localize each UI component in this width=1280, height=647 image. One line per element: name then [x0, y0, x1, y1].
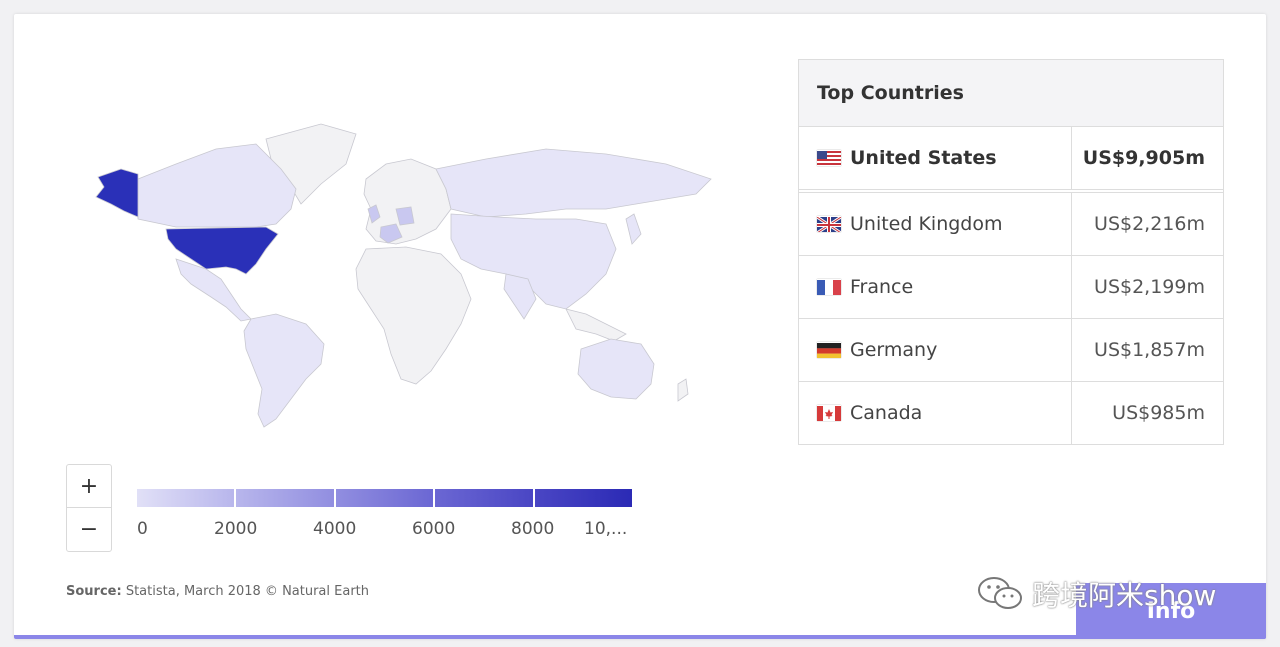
zoom-in-button[interactable]: +	[67, 465, 111, 508]
table-row[interactable]: France US$2,199m	[799, 256, 1223, 319]
russia	[435, 148, 712, 218]
canada-flag-icon	[817, 405, 841, 421]
country-name: Germany	[850, 339, 938, 361]
country-name: United States	[850, 147, 997, 169]
watermark-text: 跨境阿米show	[1032, 579, 1217, 612]
map-card: + − 0 2000 4000 6000 8000 10,... Source:…	[14, 14, 1266, 639]
new-zealand	[677, 378, 689, 402]
value-cell: US$9,905m	[1082, 147, 1205, 169]
source-note: Source: Statista, March 2018 © Natural E…	[66, 584, 369, 599]
japan	[625, 213, 642, 245]
color-scale-legend	[137, 489, 633, 507]
accent-bar	[14, 635, 1266, 639]
country-cell: United Kingdom	[799, 193, 1072, 255]
wechat-icon	[978, 577, 1022, 609]
legend-labels: 0 2000 4000 6000 8000 10,...	[137, 519, 647, 543]
legend-segment	[236, 489, 336, 507]
source-text: Statista, March 2018 © Natural Earth	[125, 584, 370, 599]
zoom-controls: + −	[66, 464, 112, 552]
country-name: Canada	[850, 402, 923, 424]
value-cell: US$2,216m	[1094, 213, 1205, 235]
france-flag-icon	[817, 279, 841, 295]
country-cell: United States	[799, 127, 1072, 189]
source-label: Source:	[66, 584, 122, 599]
wechat-watermark: 跨境阿米show	[976, 574, 1216, 614]
country-name: France	[850, 276, 914, 298]
table-row[interactable]: United Kingdom US$2,216m	[799, 193, 1223, 256]
legend-label: 10,...	[584, 519, 628, 539]
value-cell: US$985m	[1112, 402, 1205, 424]
value-cell: US$1,857m	[1094, 339, 1205, 361]
table-row[interactable]: Canada US$985m	[799, 382, 1223, 444]
value-cell: US$2,199m	[1094, 276, 1205, 298]
alaska	[95, 168, 139, 218]
table-header: Top Countries	[799, 60, 1223, 127]
australia	[577, 338, 655, 400]
us-flag-icon	[817, 150, 841, 166]
legend-label: 8000	[511, 519, 555, 539]
legend-segment	[335, 489, 436, 507]
south-america	[243, 313, 325, 428]
country-cell: Canada	[799, 382, 1072, 444]
legend-label: 2000	[214, 519, 258, 539]
table-row[interactable]: United States US$9,905m	[799, 127, 1223, 193]
legend-label: 4000	[313, 519, 357, 539]
legend-label: 0	[137, 519, 148, 539]
legend-segment	[137, 489, 237, 507]
top-countries-table: Top Countries United States US$9,905m Un…	[798, 59, 1224, 445]
uk-flag-icon	[817, 216, 841, 232]
country-cell: France	[799, 256, 1072, 318]
legend-label: 6000	[412, 519, 456, 539]
country-cell: Germany	[799, 319, 1072, 381]
country-name: United Kingdom	[850, 213, 1003, 235]
legend-segment	[534, 489, 633, 507]
southeast-asia	[565, 308, 627, 342]
germany-flag-icon	[817, 342, 841, 358]
table-row[interactable]: Germany US$1,857m	[799, 319, 1223, 382]
legend-segment	[435, 489, 535, 507]
africa	[355, 246, 472, 385]
world-map[interactable]	[66, 109, 716, 439]
zoom-out-button[interactable]: −	[67, 508, 111, 550]
